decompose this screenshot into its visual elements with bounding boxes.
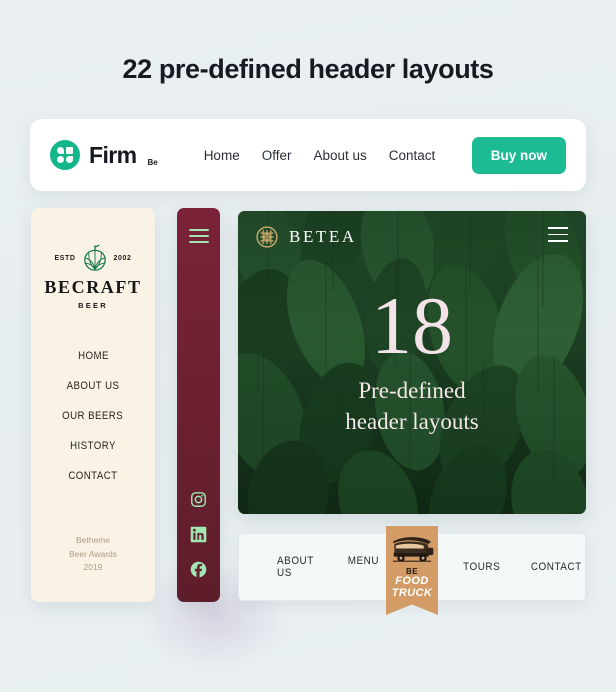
becraft-menu-contact[interactable]: CONTACT <box>68 470 117 482</box>
betea-header-card: BETEA 18 Pre-defined header layouts <box>238 211 586 514</box>
betea-top-bar: BETEA <box>238 211 586 263</box>
becraft-menu-home[interactable]: HOME <box>78 350 109 362</box>
becraft-footer-line-2: Beer Awards <box>68 548 118 559</box>
firm-nav-contact[interactable]: Contact <box>389 148 436 163</box>
instagram-icon[interactable] <box>190 491 207 508</box>
hamburger-icon[interactable] <box>548 227 568 247</box>
foodtruck-nav-tours[interactable]: TOURS <box>463 561 500 573</box>
hero-number: 18 <box>371 280 453 371</box>
firm-nav: Home Offer About us Contact <box>204 148 436 163</box>
hero-tagline-line-2: header layouts <box>345 408 479 434</box>
becraft-subtitle: BEER <box>78 301 108 310</box>
becraft-title: BECRAFT <box>44 277 142 297</box>
becraft-footer: Betheme Beer Awards 2019 <box>69 534 117 574</box>
food-truck-icon <box>392 537 434 562</box>
becraft-header-card: ESTD 2002 BECRAFT BEER HOME ABOUT US OUR… <box>31 208 155 602</box>
hop-cone-icon <box>83 244 106 271</box>
screenshot-canvas: 22 pre-defined header layouts Firm Be Ho… <box>0 0 616 692</box>
foodtruck-logo-banner[interactable]: BE FOOD TRUCK <box>386 526 438 615</box>
page-title: 22 pre-defined header layouts <box>122 54 494 84</box>
firm-nav-about-us[interactable]: About us <box>313 148 366 163</box>
becraft-footer-line-1: Betheme <box>75 535 110 546</box>
linkedin-icon[interactable] <box>190 526 207 543</box>
foodtruck-nav-about-us[interactable]: ABOUT US <box>277 555 314 579</box>
hamburger-icon[interactable] <box>188 229 209 247</box>
firm-logo-text: Firm <box>89 141 137 168</box>
social-links <box>190 491 207 578</box>
firm-logo[interactable]: Firm Be <box>50 140 158 170</box>
becraft-estd-label: ESTD <box>54 254 76 262</box>
foodtruck-badge-line-3: TRUCK <box>391 586 433 599</box>
facebook-icon[interactable] <box>190 561 207 578</box>
foodtruck-nav-contact[interactable]: CONTACT <box>531 561 582 573</box>
becraft-footer-line-3: 2019 <box>83 561 103 572</box>
four-squares-icon <box>50 140 80 170</box>
becraft-menu-our-beers[interactable]: OUR BEERS <box>63 410 124 422</box>
becraft-menu-history[interactable]: HISTORY <box>70 440 116 452</box>
firm-header-bar: Firm Be Home Offer About us Contact Buy … <box>30 119 586 191</box>
foodtruck-badge-text: BE FOOD TRUCK <box>392 567 433 600</box>
foodtruck-nav-menu[interactable]: MENU <box>347 555 378 579</box>
celtic-knot-icon <box>256 226 278 248</box>
foodtruck-nav-left: ABOUT US MENU <box>239 555 381 579</box>
firm-logo-superscript: Be <box>147 158 158 167</box>
becraft-estd-year: 2002 <box>113 254 132 262</box>
betea-hero-content: 18 Pre-defined header layouts <box>238 280 586 437</box>
betea-brand-text: BETEA <box>289 227 357 246</box>
betea-logo[interactable]: BETEA <box>256 226 357 248</box>
firm-nav-offer[interactable]: Offer <box>262 148 292 163</box>
becraft-brand: ESTD 2002 BECRAFT BEER <box>44 244 141 310</box>
firm-nav-home[interactable]: Home <box>204 148 240 163</box>
becraft-menu: HOME ABOUT US OUR BEERS HISTORY CONTACT <box>31 350 155 482</box>
hero-tagline-line-1: Pre-defined <box>358 377 466 403</box>
buy-now-button[interactable]: Buy now <box>471 136 566 174</box>
foodtruck-nav-right: TOURS CONTACT <box>425 561 585 573</box>
becraft-menu-about-us[interactable]: ABOUT US <box>67 380 120 392</box>
maroon-vertical-header <box>177 208 220 602</box>
becraft-estd-row: ESTD 2002 <box>44 244 141 272</box>
hero-tagline: Pre-defined header layouts <box>238 375 586 437</box>
